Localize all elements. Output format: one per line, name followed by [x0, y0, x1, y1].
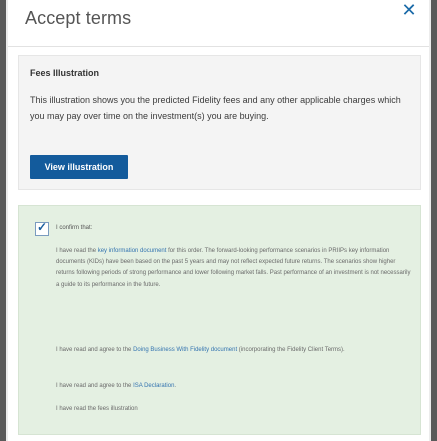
terms-text-before: I have read and agree to the — [56, 347, 134, 353]
fees-illustration-text: This illustration shows you the predicte… — [30, 95, 401, 121]
close-icon[interactable]: ✕ — [399, 0, 419, 22]
fees-illustration-title: Fees Illustration — [30, 68, 100, 78]
modal-title: Accept terms — [25, 8, 132, 28]
kid-confirmation-text: I have read the key information document… — [56, 246, 411, 291]
accept-terms-modal: Accept terms ✕ Fees Illustration This il… — [8, 0, 429, 441]
isa-confirmation-text: I have read and agree to the ISA Declara… — [56, 381, 411, 392]
doing-business-document-link[interactable]: Doing Business With Fidelity document — [133, 347, 237, 353]
view-illustration-button[interactable]: View illustration — [30, 155, 128, 179]
confirm-label: I confirm that: — [56, 225, 93, 231]
fees-read-confirmation-text: I have read the fees illustration — [56, 406, 138, 412]
terms-text-after: (incorporating the Fidelity Client Terms… — [237, 347, 345, 353]
key-information-document-link[interactable]: key information document — [98, 248, 167, 254]
confirm-panel: ✓ I confirm that: I have read the key in… — [18, 205, 421, 435]
isa-text-before: I have read and agree to the — [56, 383, 134, 389]
modal-header: Accept terms ✕ — [8, 0, 429, 47]
isa-text-after: . — [174, 383, 177, 389]
client-terms-confirmation-text: I have read and agree to the Doing Busin… — [56, 345, 411, 356]
confirm-checkbox[interactable]: ✓ — [35, 220, 49, 236]
kid-text-before: I have read the — [56, 248, 98, 254]
fees-illustration-panel: Fees Illustration This illustration show… — [18, 55, 421, 190]
checkmark-icon: ✓ — [37, 220, 48, 234]
isa-declaration-link[interactable]: ISA Declaration — [133, 383, 174, 389]
